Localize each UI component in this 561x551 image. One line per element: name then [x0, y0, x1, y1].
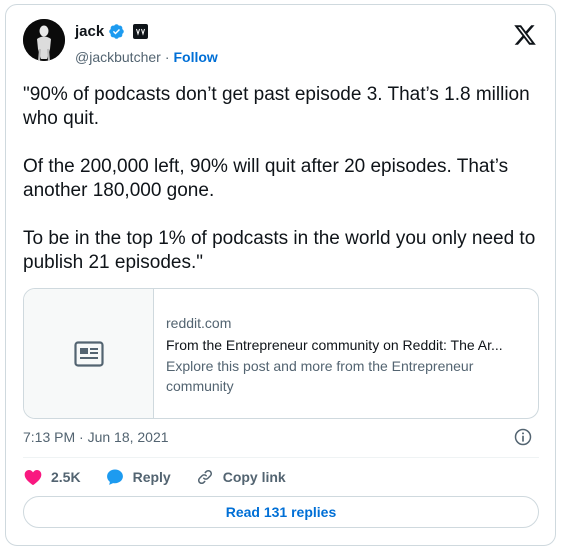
- link-domain: reddit.com: [166, 315, 232, 331]
- tweet-text: "90% of podcasts don’t get past episode …: [23, 84, 536, 273]
- link-title: From the Entrepreneur community on Reddi…: [166, 337, 503, 353]
- link-info: reddit.com From the Entrepreneur communi…: [154, 289, 538, 418]
- reply-label: Reply: [132, 469, 171, 485]
- article-icon: [73, 340, 104, 367]
- avatar[interactable]: [23, 19, 65, 61]
- like-count: 2.5K: [51, 469, 81, 485]
- link-description: Explore this post and more from the Entr…: [166, 358, 474, 394]
- author-handle[interactable]: @jackbutcher: [75, 49, 161, 65]
- verified-badge-icon: [109, 24, 124, 39]
- x-logo-icon[interactable]: [513, 23, 537, 47]
- tweet-timestamp[interactable]: 7:13 PM · Jun 18, 2021: [23, 429, 169, 445]
- author-handle-row: @jackbutcher · Follow: [75, 49, 218, 65]
- action-bar: 2.5K Reply Copy link: [23, 467, 310, 487]
- like-button[interactable]: 2.5K: [23, 467, 81, 487]
- copy-link-label: Copy link: [222, 469, 286, 485]
- heart-icon: [24, 470, 42, 485]
- reply-button[interactable]: Reply: [105, 467, 171, 487]
- read-replies-button[interactable]: Read 131 replies: [23, 496, 539, 528]
- separator-dot: ·: [164, 49, 170, 65]
- link-icon: [197, 469, 212, 485]
- reply-bubble-icon: [106, 469, 123, 485]
- affiliate-badge-icon[interactable]: [133, 24, 149, 39]
- author-name-row: jack: [75, 23, 149, 40]
- copy-link-button[interactable]: Copy link: [195, 467, 286, 487]
- info-icon[interactable]: [513, 427, 533, 447]
- link-thumbnail: [24, 289, 154, 418]
- author-name[interactable]: jack: [75, 23, 104, 40]
- tweet-card: jack @jackbutcher · Follow "90% of podca…: [5, 4, 556, 546]
- link-preview-card[interactable]: reddit.com From the Entrepreneur communi…: [23, 288, 539, 419]
- follow-button[interactable]: Follow: [173, 49, 217, 65]
- avatar-image: [23, 19, 65, 61]
- divider: [23, 457, 539, 458]
